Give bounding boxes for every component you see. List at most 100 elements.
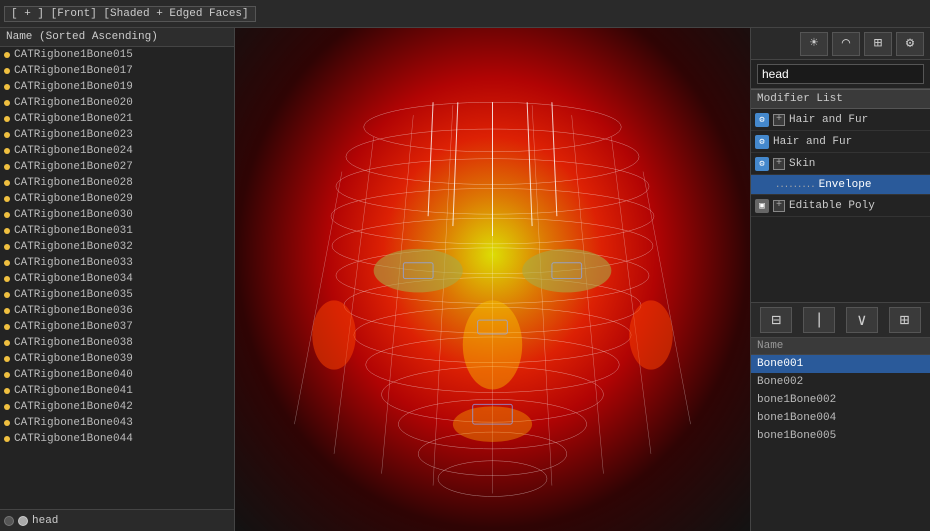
modifier-items-list: ⚙ + Hair and Fur ⚙ Hair and Fur ⚙ + Skin…: [751, 109, 930, 302]
list-item[interactable]: CATRigbone1Bone019: [0, 79, 234, 95]
grid-icon[interactable]: ⊞: [864, 32, 892, 56]
expand-btn-poly[interactable]: +: [773, 200, 785, 212]
item-label: CATRigbone1Bone035: [14, 289, 133, 301]
item-label: CATRigbone1Bone015: [14, 49, 133, 61]
item-dot: [4, 196, 10, 202]
list-header: Name (Sorted Ascending): [0, 28, 234, 47]
list-item[interactable]: CATRigbone1Bone038: [0, 335, 234, 351]
box-icon: ▣: [755, 199, 769, 213]
list-item[interactable]: CATRigbone1Bone037: [0, 319, 234, 335]
modifier-editable-poly[interactable]: ▣ + Editable Poly: [751, 195, 930, 217]
nav-down-btn[interactable]: ∨: [846, 307, 878, 333]
list-item[interactable]: CATRigbone1Bone040: [0, 367, 234, 383]
list-item[interactable]: CATRigbone1Bone024: [0, 143, 234, 159]
center-viewport: [235, 28, 750, 531]
item-dot: [4, 324, 10, 330]
list-item[interactable]: CATRigbone1Bone030: [0, 207, 234, 223]
object-name-input[interactable]: [757, 64, 924, 84]
bone-item[interactable]: Bone002: [751, 373, 930, 391]
list-item[interactable]: CATRigbone1Bone043: [0, 415, 234, 431]
list-item[interactable]: CATRigbone1Bone035: [0, 287, 234, 303]
item-label: CATRigbone1Bone021: [14, 113, 133, 125]
modifier-hair1[interactable]: ⚙ + Hair and Fur: [751, 109, 930, 131]
status-dot-gray: [4, 516, 14, 526]
item-label: CATRigbone1Bone020: [14, 97, 133, 109]
bone-list-panel[interactable]: CATRigbone1Bone015 CATRigbone1Bone017 CA…: [0, 47, 234, 509]
list-item[interactable]: CATRigbone1Bone032: [0, 239, 234, 255]
item-dot: [4, 436, 10, 442]
list-item[interactable]: CATRigbone1Bone033: [0, 255, 234, 271]
list-item[interactable]: CATRigbone1Bone039: [0, 351, 234, 367]
face-mesh-svg: [235, 28, 750, 531]
modifier-skin[interactable]: ⚙ + Skin: [751, 153, 930, 175]
expand-btn-skin[interactable]: +: [773, 158, 785, 170]
list-item[interactable]: CATRigbone1Bone020: [0, 95, 234, 111]
item-dot: [4, 132, 10, 138]
list-item[interactable]: CATRigbone1Bone029: [0, 191, 234, 207]
item-label: CATRigbone1Bone017: [14, 65, 133, 77]
item-dot: [4, 68, 10, 74]
list-item[interactable]: CATRigbone1Bone027: [0, 159, 234, 175]
modifier-list-header: Modifier List: [751, 89, 930, 109]
bone-item[interactable]: bone1Bone005: [751, 427, 930, 445]
list-item[interactable]: CATRigbone1Bone031: [0, 223, 234, 239]
sun-icon[interactable]: ☀: [800, 32, 828, 56]
item-dot: [4, 180, 10, 186]
item-label: CATRigbone1Bone037: [14, 321, 133, 333]
modifier-hair2[interactable]: ⚙ Hair and Fur: [751, 131, 930, 153]
item-dot: [4, 164, 10, 170]
list-item[interactable]: CATRigbone1Bone036: [0, 303, 234, 319]
bone-list[interactable]: Bone001Bone002bone1Bone002bone1Bone004bo…: [751, 355, 930, 531]
bone-item[interactable]: bone1Bone002: [751, 391, 930, 409]
name-section: [751, 60, 930, 89]
list-item[interactable]: CATRigbone1Bone021: [0, 111, 234, 127]
item-label: CATRigbone1Bone032: [14, 241, 133, 253]
item-dot: [4, 372, 10, 378]
list-item[interactable]: CATRigbone1Bone042: [0, 399, 234, 415]
item-dot: [4, 292, 10, 298]
right-toolbar: ☀ ◠ ⊞ ⚙: [751, 28, 930, 60]
bone-item[interactable]: Bone001: [751, 355, 930, 373]
viewport-topbar: [ + ] [Front] [Shaded + Edged Faces]: [0, 0, 930, 28]
item-label: CATRigbone1Bone036: [14, 305, 133, 317]
list-item[interactable]: CATRigbone1Bone028: [0, 175, 234, 191]
item-label: CATRigbone1Bone038: [14, 337, 133, 349]
item-dot: [4, 244, 10, 250]
item-label: CATRigbone1Bone019: [14, 81, 133, 93]
list-item[interactable]: CATRigbone1Bone044: [0, 431, 234, 447]
item-label: CATRigbone1Bone030: [14, 209, 133, 221]
nav-next-btn[interactable]: ⊞: [889, 307, 921, 333]
status-dot-white: [18, 516, 28, 526]
item-dot: [4, 356, 10, 362]
bone-list-header: Name: [751, 338, 930, 355]
gear-icon[interactable]: ⚙: [896, 32, 924, 56]
main-layout: Name (Sorted Ascending) CATRigbone1Bone0…: [0, 28, 930, 531]
nav-pipe-btn[interactable]: |: [803, 307, 835, 333]
nav-button-row: ⊟ | ∨ ⊞: [751, 302, 930, 338]
list-item[interactable]: CATRigbone1Bone017: [0, 63, 234, 79]
item-dot: [4, 308, 10, 314]
envelope-label: Envelope: [819, 179, 872, 191]
item-dot: [4, 420, 10, 426]
list-item[interactable]: CATRigbone1Bone015: [0, 47, 234, 63]
modifier-envelope[interactable]: ......... Envelope: [751, 175, 930, 195]
modifier-label-skin: Skin: [789, 158, 926, 170]
expand-btn-hair1[interactable]: +: [773, 114, 785, 126]
item-label: CATRigbone1Bone042: [14, 401, 133, 413]
bone-item[interactable]: bone1Bone004: [751, 409, 930, 427]
modifier-label-poly: Editable Poly: [789, 200, 926, 212]
viewport-label: [ + ] [Front] [Shaded + Edged Faces]: [4, 6, 256, 22]
left-panel: Name (Sorted Ascending) CATRigbone1Bone0…: [0, 28, 235, 531]
item-label: CATRigbone1Bone031: [14, 225, 133, 237]
item-label: CATRigbone1Bone040: [14, 369, 133, 381]
item-dot: [4, 212, 10, 218]
list-item[interactable]: CATRigbone1Bone041: [0, 383, 234, 399]
item-dot: [4, 404, 10, 410]
nav-prev-btn[interactable]: ⊟: [760, 307, 792, 333]
list-item[interactable]: CATRigbone1Bone023: [0, 127, 234, 143]
arc-icon[interactable]: ◠: [832, 32, 860, 56]
list-item[interactable]: CATRigbone1Bone034: [0, 271, 234, 287]
gear-icon3: ⚙: [755, 157, 769, 171]
right-bottom-section: Name Bone001Bone002bone1Bone002bone1Bone…: [751, 338, 930, 531]
item-label: CATRigbone1Bone033: [14, 257, 133, 269]
